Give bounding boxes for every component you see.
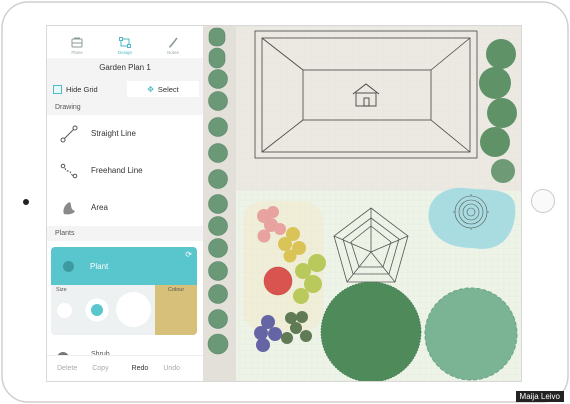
plans-icon: [71, 37, 83, 48]
pond: [428, 187, 516, 249]
plant-tool[interactable]: Plant ⟳: [51, 247, 197, 285]
design-icon: [119, 37, 131, 48]
tool-area[interactable]: Area: [47, 189, 203, 226]
tab-plans[interactable]: Plans: [57, 37, 97, 58]
plant-options: Size Colour: [51, 285, 197, 335]
app-screen: Plans Design Notes Garden Plan 1 Hide Gr…: [46, 25, 522, 382]
tool-freehand-line[interactable]: Freehand Line: [47, 152, 203, 189]
tab-notes-label: Notes: [167, 50, 179, 55]
garden-canvas[interactable]: [203, 26, 521, 381]
large-shrub: [424, 287, 518, 381]
large-tree: [320, 281, 422, 381]
tool-freehand-line-label: Freehand Line: [91, 166, 143, 175]
hide-grid-checkbox[interactable]: [53, 84, 62, 94]
size-option-large[interactable]: [116, 292, 151, 327]
plant-card: Plant ⟳ Size Colour: [51, 247, 197, 335]
tab-design[interactable]: Design: [105, 37, 145, 58]
front-camera: [23, 199, 29, 205]
area-icon: [63, 201, 75, 214]
size-option-small[interactable]: [57, 303, 72, 318]
delete-button[interactable]: Delete: [57, 365, 77, 372]
freehand-line-icon: [60, 163, 78, 178]
tab-plans-label: Plans: [71, 50, 83, 55]
move-arrows-icon: ✥: [147, 84, 154, 94]
redo-button[interactable]: Redo: [132, 365, 149, 372]
size-option-medium[interactable]: [85, 298, 109, 322]
sidebar: Plans Design Notes Garden Plan 1 Hide Gr…: [47, 26, 204, 381]
tablet-frame: Plans Design Notes Garden Plan 1 Hide Gr…: [0, 0, 570, 404]
tab-bar: Plans Design Notes: [47, 26, 203, 58]
copy-button[interactable]: Copy: [92, 365, 108, 372]
plan-title: Garden Plan 1: [47, 58, 203, 78]
colour-label: Colour: [168, 287, 185, 293]
tool-straight-line[interactable]: Straight Line: [47, 115, 203, 152]
size-label: Size: [56, 287, 67, 293]
hide-grid-label: Hide Grid: [66, 84, 98, 94]
plant-label: Plant: [90, 261, 109, 271]
notes-icon: [169, 37, 178, 48]
drawing-section-header: Drawing: [47, 100, 203, 115]
tab-notes[interactable]: Notes: [153, 37, 193, 58]
home-button[interactable]: [531, 189, 555, 213]
select-button[interactable]: ✥ Select: [127, 81, 199, 97]
plant-dot-icon: [63, 260, 74, 272]
plants-section-header: Plants: [47, 226, 203, 241]
refresh-icon[interactable]: ⟳: [185, 250, 192, 259]
tool-straight-line-label: Straight Line: [91, 129, 136, 138]
photo-credit: Maija Leivo: [515, 391, 564, 402]
toolbar-row: Hide Grid ✥ Select: [47, 78, 203, 100]
select-label: Select: [157, 84, 179, 94]
straight-line-icon: [60, 125, 78, 142]
hide-grid-toggle[interactable]: Hide Grid: [53, 84, 127, 94]
bottom-action-bar: Delete Copy Redo Undo: [47, 355, 203, 381]
undo-button[interactable]: Undo: [163, 365, 180, 372]
tool-area-label: Area: [91, 203, 108, 212]
tab-design-label: Design: [117, 50, 132, 55]
